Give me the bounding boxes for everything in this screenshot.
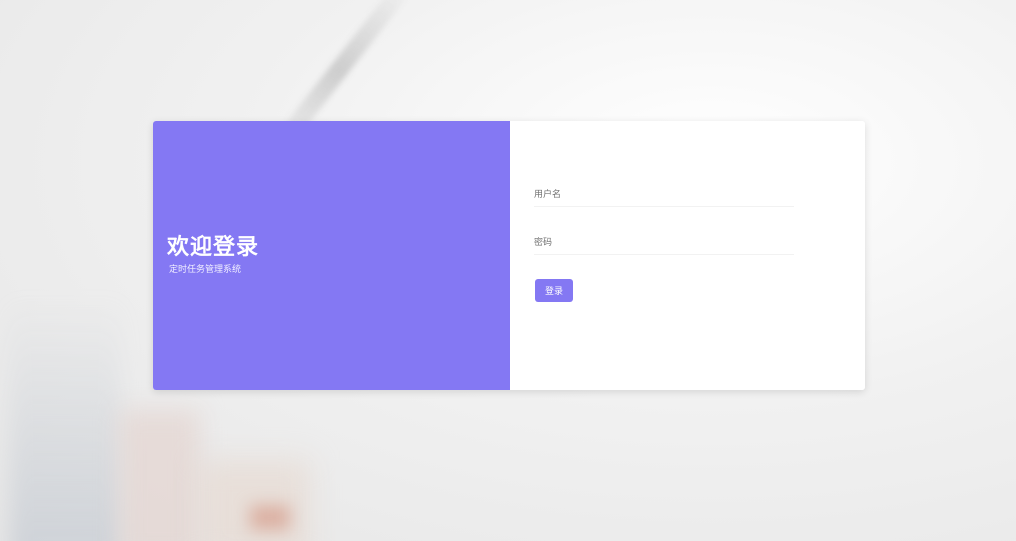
background-accent	[250, 505, 290, 530]
background-building	[120, 410, 200, 541]
login-page: 欢迎登录 定时任务管理系统 登录	[0, 0, 1016, 541]
welcome-subtitle: 定时任务管理系统	[169, 265, 242, 275]
login-card: 欢迎登录 定时任务管理系统 登录	[153, 121, 865, 390]
login-button[interactable]: 登录	[535, 279, 573, 302]
welcome-panel: 欢迎登录 定时任务管理系统	[153, 121, 510, 390]
background-building	[10, 300, 120, 541]
password-input[interactable]	[534, 232, 794, 255]
username-input[interactable]	[534, 184, 794, 207]
login-form: 登录	[510, 121, 865, 390]
welcome-title: 欢迎登录	[167, 235, 260, 260]
